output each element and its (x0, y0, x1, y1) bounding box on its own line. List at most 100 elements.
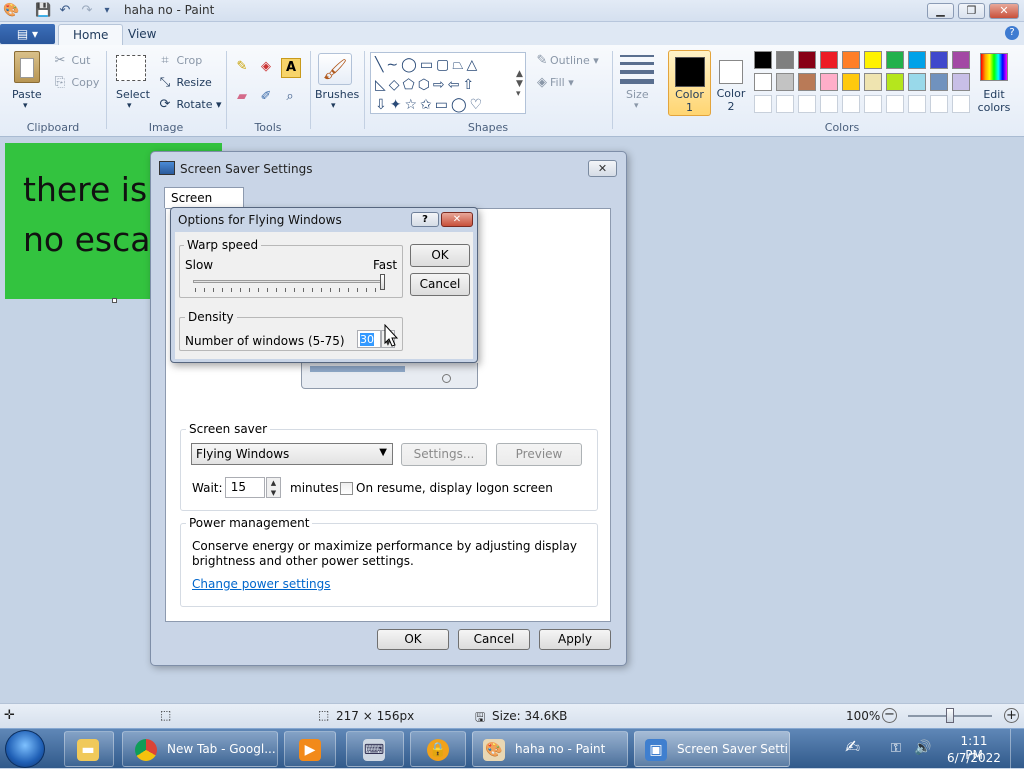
apply-button[interactable]: Apply (539, 629, 611, 650)
resize-button[interactable]: ⤡ Resize (157, 75, 212, 91)
volume-icon[interactable]: 🔊 (914, 740, 931, 756)
settings-button[interactable]: Settings... (401, 443, 487, 466)
zoom-out-button[interactable]: − (882, 708, 897, 723)
undo-icon[interactable]: ↶ (57, 3, 73, 19)
size-dropdown-icon[interactable]: ▾ (634, 101, 639, 111)
fill-bucket-icon[interactable]: ◈ (258, 59, 274, 75)
color1-button[interactable]: Color 1 (668, 50, 711, 116)
shapes-scroll-icon[interactable]: ▲ ▼ ▾ (516, 69, 523, 99)
dialog-close-button[interactable]: ✕ (588, 160, 617, 177)
palette-empty-swatch[interactable] (754, 95, 772, 113)
palette-empty-swatch[interactable] (820, 95, 838, 113)
palette-swatch[interactable] (886, 51, 904, 69)
select-dropdown-icon[interactable]: ▾ (127, 101, 132, 111)
palette-swatch[interactable] (908, 51, 926, 69)
resume-label[interactable]: On resume, display logon screen (356, 481, 553, 495)
palette-empty-swatch[interactable] (930, 95, 948, 113)
network-icon[interactable]: ⚿ (891, 741, 901, 756)
file-menu-button[interactable]: ▤ ▾ (0, 24, 55, 44)
cut-button[interactable]: ✂ Cut (52, 53, 91, 69)
palette-empty-swatch[interactable] (864, 95, 882, 113)
eraser-icon[interactable]: ▰ (234, 89, 250, 105)
edit-colors-button[interactable]: Edit colors (974, 88, 1014, 114)
start-button[interactable] (5, 730, 45, 768)
paste-button[interactable] (10, 51, 44, 89)
redo-icon[interactable]: ↷ (79, 3, 95, 19)
ok-button[interactable]: OK (377, 629, 449, 650)
taskbar-security[interactable]: 🔒 (410, 731, 466, 767)
copy-button[interactable]: ⎘ Copy (52, 75, 100, 91)
text-tool-icon[interactable]: A (281, 58, 301, 78)
outline-button[interactable]: ✎ Outline ▾ (534, 53, 599, 69)
palette-swatch[interactable] (864, 73, 882, 91)
taskbar-media-player[interactable]: ▶ (284, 731, 336, 767)
palette-swatch[interactable] (798, 73, 816, 91)
palette-swatch[interactable] (886, 73, 904, 91)
maximize-button[interactable]: ❐ (958, 3, 985, 19)
cancel-button[interactable]: Cancel (458, 629, 530, 650)
flying-ok-button[interactable]: OK (410, 244, 470, 267)
palette-swatch[interactable] (798, 51, 816, 69)
taskbar-chrome[interactable]: New Tab - Googl... (122, 731, 278, 767)
rotate-button[interactable]: ⟳ Rotate ▾ (157, 97, 222, 113)
palette-empty-swatch[interactable] (952, 95, 970, 113)
palette-swatch[interactable] (754, 51, 772, 69)
zoom-in-button[interactable]: + (1004, 708, 1019, 723)
size-button[interactable]: Size (626, 88, 649, 101)
palette-swatch[interactable] (776, 51, 794, 69)
palette-swatch[interactable] (908, 73, 926, 91)
select-icon[interactable] (116, 55, 146, 81)
flying-cancel-button[interactable]: Cancel (410, 273, 470, 296)
screen-saver-select[interactable]: Flying Windows ▼ (191, 443, 393, 465)
taskbar-screen-saver[interactable]: ▣ Screen Saver Setti... (634, 731, 790, 767)
shapes-row-1[interactable]: ╲∼◯▭▢⏢△ (375, 55, 480, 75)
taskbar-keyboard[interactable]: ⌨ (346, 731, 404, 767)
flying-close-button[interactable]: ✕ (441, 212, 473, 227)
number-of-windows-input[interactable]: 30 (357, 330, 381, 348)
palette-swatch[interactable] (820, 73, 838, 91)
size-icon[interactable] (620, 55, 654, 87)
select-label[interactable]: Select (116, 88, 150, 101)
paint-app-icon[interactable]: 🎨 (3, 3, 19, 19)
palette-swatch[interactable] (930, 73, 948, 91)
wait-input[interactable]: 15 (225, 477, 265, 498)
palette-swatch[interactable] (952, 73, 970, 91)
save-icon[interactable]: 💾 (35, 3, 51, 19)
change-power-settings-link[interactable]: Change power settings (192, 577, 331, 591)
clock-date[interactable]: 6/7/2022 (946, 751, 1002, 765)
crop-button[interactable]: ⌗ Crop (157, 53, 202, 69)
wait-spinner[interactable]: ▲ ▼ (266, 477, 281, 498)
palette-swatch[interactable] (930, 51, 948, 69)
zoom-slider-thumb[interactable] (946, 708, 954, 723)
paste-dropdown-icon[interactable]: ▾ (23, 101, 28, 111)
fill-button[interactable]: ◈ Fill ▾ (534, 75, 574, 91)
quick-access-dropdown-icon[interactable]: ▾ (99, 3, 115, 19)
minimize-button[interactable]: ▁ (927, 3, 954, 19)
tab-view[interactable]: View (114, 24, 170, 45)
preview-button[interactable]: Preview (496, 443, 582, 466)
shapes-gallery[interactable]: ╲∼◯▭▢⏢△ ◺◇⬠⬡⇨⇦⇧ ⇩✦☆✩▭◯♡ (370, 52, 526, 114)
brushes-button[interactable]: Brushes (315, 88, 359, 101)
warp-speed-track[interactable] (193, 280, 383, 283)
palette-swatch[interactable] (952, 51, 970, 69)
edit-colors-icon[interactable] (980, 53, 1008, 81)
resume-checkbox[interactable] (340, 482, 353, 495)
color2-button[interactable]: Color 2 (712, 50, 750, 116)
shapes-row-2[interactable]: ◺◇⬠⬡⇨⇦⇧ (375, 75, 477, 95)
palette-empty-swatch[interactable] (842, 95, 860, 113)
magnifier-icon[interactable]: ⌕ (282, 89, 298, 105)
brushes-dropdown-icon[interactable]: ▾ (331, 101, 336, 111)
warp-speed-slider[interactable] (380, 274, 385, 290)
palette-swatch[interactable] (842, 73, 860, 91)
palette-empty-swatch[interactable] (798, 95, 816, 113)
close-button[interactable]: ✕ (989, 3, 1019, 19)
paste-label[interactable]: Paste (12, 88, 42, 101)
palette-empty-swatch[interactable] (776, 95, 794, 113)
brush-icon[interactable]: 🖌 (318, 53, 352, 85)
tab-screen-saver[interactable]: Screen Saver (164, 187, 244, 219)
canvas-resize-handle[interactable] (112, 298, 117, 303)
pencil-icon[interactable]: ✎ (234, 59, 250, 75)
palette-swatch[interactable] (820, 51, 838, 69)
color-picker-icon[interactable]: ✐ (258, 89, 274, 105)
palette-empty-swatch[interactable] (886, 95, 904, 113)
